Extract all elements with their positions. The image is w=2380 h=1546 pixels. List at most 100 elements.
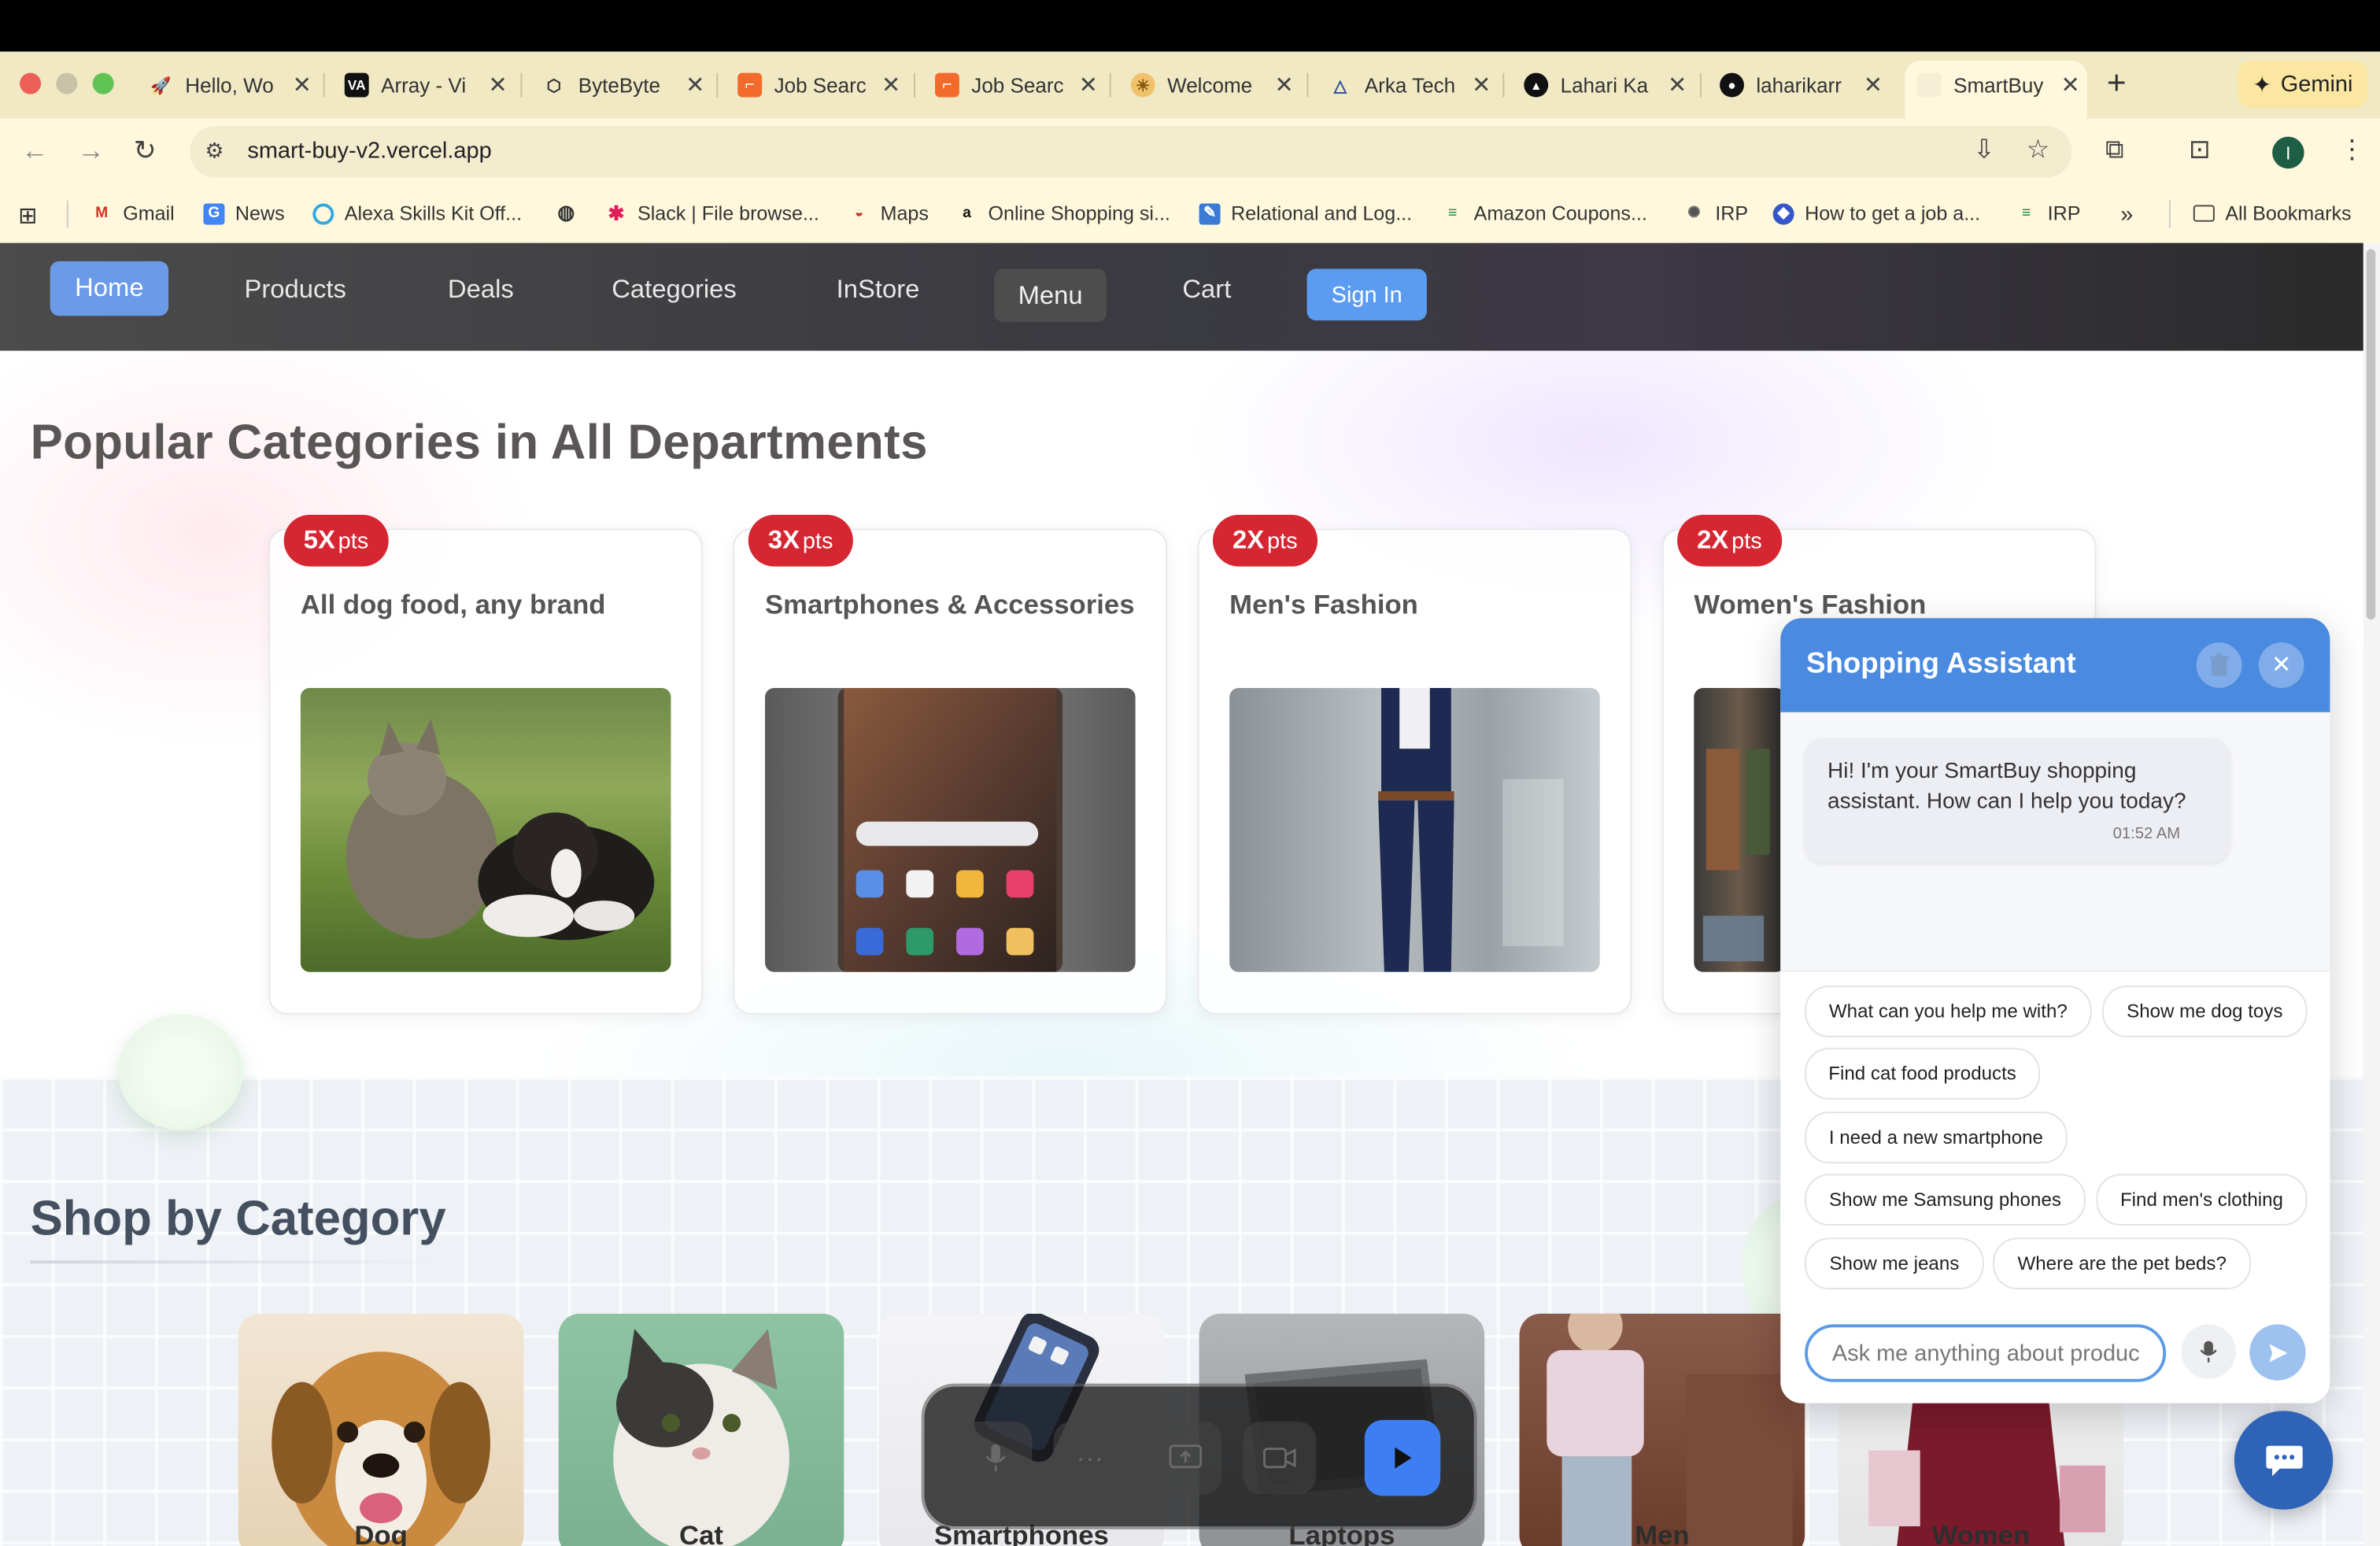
extensions-icon[interactable]: ⧉ [2105, 135, 2123, 166]
bookmark-globe[interactable]: ◍ [556, 201, 588, 224]
rocket-icon: 🚀 [150, 76, 172, 95]
smartphone-image[interactable] [765, 687, 1136, 972]
mens-fashion-image[interactable] [1229, 687, 1600, 972]
site-info-icon[interactable]: ⚙ [205, 139, 224, 165]
tab-search-icon[interactable]: ⊡ [2189, 135, 2210, 166]
nav-instore-link[interactable]: InStore [837, 275, 920, 305]
more-menu-icon[interactable]: ⋮ [2339, 135, 2365, 166]
close-tab-icon[interactable]: ✕ [1862, 72, 1883, 99]
play-icon[interactable] [1364, 1419, 1441, 1496]
news-icon: G [203, 202, 225, 224]
bookmark-maps[interactable]: ◒ Maps [848, 202, 929, 225]
browser-tab[interactable]: ● laharikarr ✕ [1720, 67, 1883, 103]
apps-grid-icon[interactable]: ⊞ [18, 202, 37, 230]
browser-tab[interactable]: ⌐ Job Searc ✕ [737, 67, 901, 103]
nav-cart-link[interactable]: Cart [1182, 275, 1231, 305]
all-bookmarks-button[interactable]: All Bookmarks [2193, 202, 2352, 225]
browser-tab[interactable]: △ Arka Tech ✕ [1329, 67, 1492, 103]
lahari-icon: ▲ [1524, 72, 1549, 98]
gemini-button[interactable]: ✦ Gemini [2237, 61, 2368, 108]
browser-tab[interactable]: VA Array - Vi ✕ [344, 67, 508, 103]
back-button[interactable]: ← [21, 135, 49, 168]
tab-divider [1306, 72, 1309, 98]
scrollbar-thumb[interactable] [2366, 249, 2376, 620]
close-tab-icon[interactable]: ✕ [2060, 72, 2081, 99]
suggestion-chip[interactable]: I need a new smartphone [1805, 1111, 2068, 1163]
close-tab-icon[interactable]: ✕ [881, 72, 902, 99]
microphone-icon[interactable] [959, 1421, 1033, 1495]
bookmark-alexa[interactable]: Alexa Skills Kit Off... [312, 202, 522, 225]
maximize-window-button[interactable] [92, 72, 114, 94]
minimize-window-button[interactable] [56, 72, 78, 94]
reload-button[interactable]: ↻ [134, 135, 157, 168]
bookmark-slack[interactable]: ✱ Slack | File browse... [606, 202, 819, 225]
voice-input-icon[interactable] [2181, 1324, 2236, 1379]
suggestion-chip[interactable]: Find men's clothing [2096, 1174, 2308, 1226]
category-tile-dog[interactable]: Dog [238, 1313, 524, 1546]
bookmark-relational[interactable]: ✎ Relational and Log... [1199, 202, 1412, 225]
new-tab-button[interactable]: + [2107, 64, 2127, 103]
nav-menu-button[interactable]: Menu [994, 268, 1107, 323]
screen-share-icon[interactable] [1148, 1421, 1222, 1495]
chat-toggle-button[interactable] [2234, 1411, 2334, 1510]
suggestion-chip[interactable]: Find cat food products [1805, 1048, 2041, 1100]
chat-input[interactable] [1805, 1324, 2167, 1382]
close-tab-icon[interactable]: ✕ [1273, 72, 1295, 99]
bookmark-gmail[interactable]: M Gmail [91, 202, 175, 225]
close-tab-icon[interactable]: ✕ [1471, 72, 1492, 99]
send-message-icon[interactable] [2249, 1324, 2306, 1381]
browser-tab[interactable]: ☀ Welcome ✕ [1130, 67, 1295, 103]
bookmark-amazon-coupons[interactable]: ≡ Amazon Coupons... [1442, 202, 1647, 225]
close-tab-icon[interactable]: ✕ [291, 72, 312, 99]
bookmark-irp-2[interactable]: ≡ IRP [2016, 202, 2080, 225]
browser-tab[interactable]: ⌐ Job Searc ✕ [935, 67, 1099, 103]
forward-button[interactable]: → [77, 135, 105, 168]
category-tile-cat[interactable]: Cat [558, 1313, 844, 1546]
browser-tab-active[interactable]: SmartBuy ✕ [1916, 67, 2081, 103]
more-options-icon[interactable]: ··· [1053, 1421, 1127, 1495]
close-tab-icon[interactable]: ✕ [487, 72, 508, 99]
close-window-button[interactable] [20, 72, 42, 94]
profile-avatar[interactable]: I [2272, 136, 2304, 169]
points-unit: pts [1266, 528, 1298, 555]
install-app-icon[interactable]: ⇩ [1973, 135, 1994, 166]
suggestion-chip[interactable]: Show me jeans [1805, 1237, 1984, 1289]
slack-icon: ✱ [608, 201, 625, 224]
bookmark-online-shopping[interactable]: a Online Shopping si... [956, 202, 1170, 225]
browser-tab[interactable]: ⬡ ByteByte ✕ [542, 67, 706, 103]
bookmark-label: All Bookmarks [2225, 202, 2352, 225]
tab-title: SmartBuy [1953, 73, 2044, 97]
close-tab-icon[interactable]: ✕ [1667, 72, 1688, 99]
clear-chat-icon[interactable] [2196, 642, 2242, 688]
bookmark-irp[interactable]: ✺ IRP [1683, 202, 1748, 225]
category-card-title: Men's Fashion [1229, 589, 1418, 620]
nav-categories-link[interactable]: Categories [612, 275, 737, 305]
suggestion-chip[interactable]: Where are the pet beds? [1993, 1237, 2252, 1289]
coupon-icon: ≡ [1448, 205, 1458, 222]
points-unit: pts [338, 528, 369, 555]
tab-title: Welcome [1167, 73, 1253, 97]
sign-in-button[interactable]: Sign In [1306, 268, 1427, 321]
nav-home-link[interactable]: Home [50, 261, 169, 316]
suggestion-chip[interactable]: What can you help me with? [1805, 986, 2092, 1037]
bookmark-news[interactable]: G News [203, 202, 285, 225]
category-tile-men[interactable]: Men [1519, 1313, 1805, 1546]
more-bookmarks-button[interactable]: » [2120, 202, 2133, 228]
bookmark-star-icon[interactable]: ☆ [2027, 135, 2049, 166]
close-tab-icon[interactable]: ✕ [685, 72, 706, 99]
dog-and-cat-image[interactable] [300, 687, 671, 972]
browser-tab[interactable]: ▲ Lahari Ka ✕ [1524, 67, 1687, 103]
camera-icon[interactable] [1243, 1421, 1317, 1495]
suggestion-chip[interactable]: Show me dog toys [2102, 986, 2308, 1037]
nav-products-link[interactable]: Products [245, 275, 346, 305]
browser-tab[interactable]: 🚀 Hello, Wo ✕ [149, 67, 312, 103]
system-top-bar [0, 0, 2380, 52]
message-timestamp: 01:52 AM [2112, 824, 2181, 843]
nav-deals-link[interactable]: Deals [448, 275, 514, 305]
bookmark-divider [2168, 200, 2171, 228]
bookmark-job-guide[interactable]: ◆ How to get a job a... [1772, 202, 1980, 225]
suggestion-chip[interactable]: Show me Samsung phones [1805, 1174, 2086, 1226]
close-tab-icon[interactable]: ✕ [1077, 72, 1099, 99]
womens-fashion-image[interactable] [1694, 687, 1786, 972]
close-chat-icon[interactable]: ✕ [2258, 642, 2304, 688]
